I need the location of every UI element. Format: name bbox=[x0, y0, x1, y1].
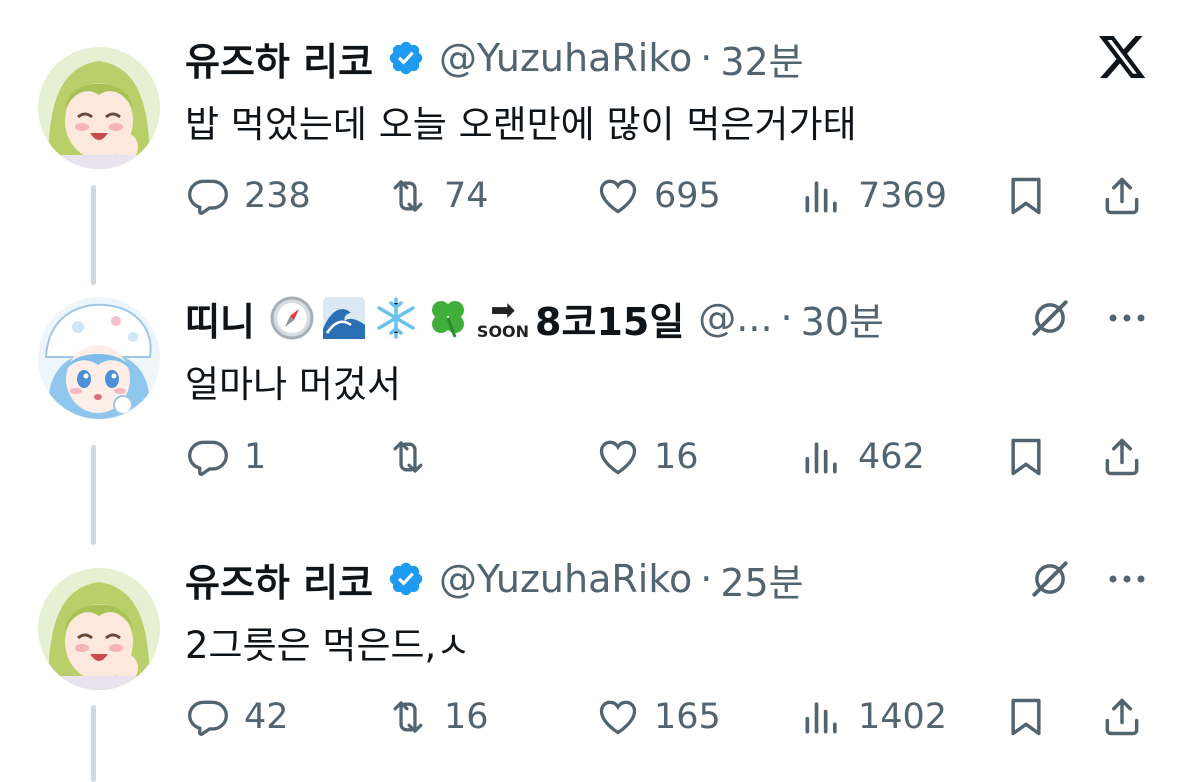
share-icon bbox=[1105, 438, 1139, 476]
display-name[interactable]: 유즈하 리코 bbox=[185, 31, 373, 86]
tweet-header: 유즈하 리코 @YuzuhaRiko · 25분 bbox=[185, 551, 804, 607]
tweet-text: 2그릇은 먹은드,ㅅ bbox=[185, 624, 471, 667]
snowflake-emoji-icon bbox=[373, 295, 419, 341]
bookmark-icon bbox=[1011, 438, 1041, 476]
bookmark-icon bbox=[1011, 177, 1041, 215]
grok-button[interactable] bbox=[1024, 292, 1076, 344]
bookmark-button[interactable] bbox=[1004, 693, 1048, 741]
retweet-button[interactable] bbox=[386, 433, 444, 481]
separator: · bbox=[780, 296, 793, 340]
retweet-icon bbox=[393, 441, 423, 473]
views-icon bbox=[805, 702, 837, 734]
compass-emoji-icon bbox=[269, 295, 315, 341]
retweet-count: 74 bbox=[444, 176, 489, 216]
display-name-suffix[interactable]: 8코15일 bbox=[535, 291, 684, 346]
handle[interactable]: @YuzuhaRiko bbox=[439, 557, 692, 601]
separator: · bbox=[700, 36, 713, 80]
timestamp[interactable]: 32분 bbox=[720, 31, 803, 86]
like-icon bbox=[599, 700, 637, 735]
tweet-header: 유즈하 리코 @YuzuhaRiko · 32분 bbox=[185, 30, 804, 86]
views-icon bbox=[805, 181, 837, 213]
reply-count: 42 bbox=[244, 697, 289, 737]
tweet-header: 띠니 ➡ SOON 8코15일 @... · 30분 bbox=[185, 290, 884, 346]
views-button[interactable]: 7369 bbox=[800, 172, 947, 220]
share-button[interactable] bbox=[1100, 172, 1144, 220]
display-name[interactable]: 띠니 bbox=[185, 291, 255, 346]
share-button[interactable] bbox=[1100, 693, 1144, 741]
like-icon bbox=[599, 440, 637, 475]
views-button[interactable]: 1402 bbox=[800, 693, 947, 741]
share-icon bbox=[1105, 698, 1139, 736]
reply-button[interactable]: 1 bbox=[186, 433, 266, 481]
grok-button[interactable] bbox=[1024, 553, 1076, 605]
soon-arrow-emoji-icon: ➡ SOON bbox=[476, 293, 530, 341]
action-bar: 1 16 462 bbox=[186, 433, 1146, 481]
reply-icon bbox=[188, 179, 228, 215]
reply-button[interactable]: 238 bbox=[186, 172, 311, 220]
retweet-icon bbox=[393, 701, 423, 733]
thread-line bbox=[91, 445, 96, 545]
avatar[interactable] bbox=[38, 297, 160, 419]
verified-badge-icon bbox=[387, 39, 425, 77]
grok-icon bbox=[1032, 561, 1068, 597]
view-count: 7369 bbox=[858, 176, 948, 216]
like-count: 165 bbox=[654, 697, 721, 737]
retweet-button[interactable]: 74 bbox=[386, 172, 489, 220]
x-logo-icon bbox=[1097, 30, 1149, 86]
reply-count: 238 bbox=[244, 176, 311, 216]
thread-line bbox=[91, 185, 96, 285]
separator: · bbox=[700, 557, 713, 601]
bookmark-icon bbox=[1011, 698, 1041, 736]
retweet-icon bbox=[393, 180, 423, 212]
handle[interactable]: @... bbox=[698, 296, 772, 340]
like-count: 16 bbox=[654, 437, 699, 477]
verified-badge-icon bbox=[387, 560, 425, 598]
tweet-text: 밥 먹었는데 오늘 오랜만에 많이 먹은거가태 bbox=[185, 103, 857, 146]
display-name[interactable]: 유즈하 리코 bbox=[185, 552, 373, 607]
clover-emoji-icon bbox=[425, 295, 471, 341]
timestamp[interactable]: 30분 bbox=[801, 291, 884, 346]
reply-icon bbox=[188, 700, 228, 736]
view-count: 462 bbox=[858, 437, 925, 477]
more-icon bbox=[1109, 575, 1145, 583]
like-button[interactable]: 16 bbox=[596, 433, 699, 481]
reply-button[interactable]: 42 bbox=[186, 693, 289, 741]
wave-emoji-icon bbox=[321, 295, 367, 341]
more-icon bbox=[1109, 314, 1145, 322]
more-button[interactable] bbox=[1102, 292, 1152, 344]
like-icon bbox=[599, 179, 637, 214]
grok-icon bbox=[1032, 300, 1068, 336]
more-button[interactable] bbox=[1102, 553, 1152, 605]
views-icon bbox=[805, 442, 837, 474]
like-button[interactable]: 165 bbox=[596, 693, 721, 741]
bookmark-button[interactable] bbox=[1004, 172, 1048, 220]
action-bar: 42 16 165 1402 bbox=[186, 693, 1146, 741]
retweet-count: 16 bbox=[444, 697, 489, 737]
views-button[interactable]: 462 bbox=[800, 433, 925, 481]
action-bar: 238 74 695 7369 bbox=[186, 172, 1146, 220]
reply-icon bbox=[188, 440, 228, 476]
like-count: 695 bbox=[654, 176, 721, 216]
timestamp[interactable]: 25분 bbox=[720, 552, 803, 607]
reply-count: 1 bbox=[244, 437, 267, 477]
bookmark-button[interactable] bbox=[1004, 433, 1048, 481]
view-count: 1402 bbox=[858, 697, 948, 737]
share-icon bbox=[1105, 177, 1139, 215]
like-button[interactable]: 695 bbox=[596, 172, 721, 220]
avatar[interactable] bbox=[38, 568, 160, 690]
retweet-button[interactable]: 16 bbox=[386, 693, 489, 741]
tweet-text: 얼마나 머겄서 bbox=[185, 363, 402, 406]
soon-label: SOON bbox=[476, 322, 530, 341]
thread-line bbox=[91, 705, 96, 782]
handle[interactable]: @YuzuhaRiko bbox=[439, 36, 692, 80]
avatar[interactable] bbox=[38, 47, 160, 169]
share-button[interactable] bbox=[1100, 433, 1144, 481]
